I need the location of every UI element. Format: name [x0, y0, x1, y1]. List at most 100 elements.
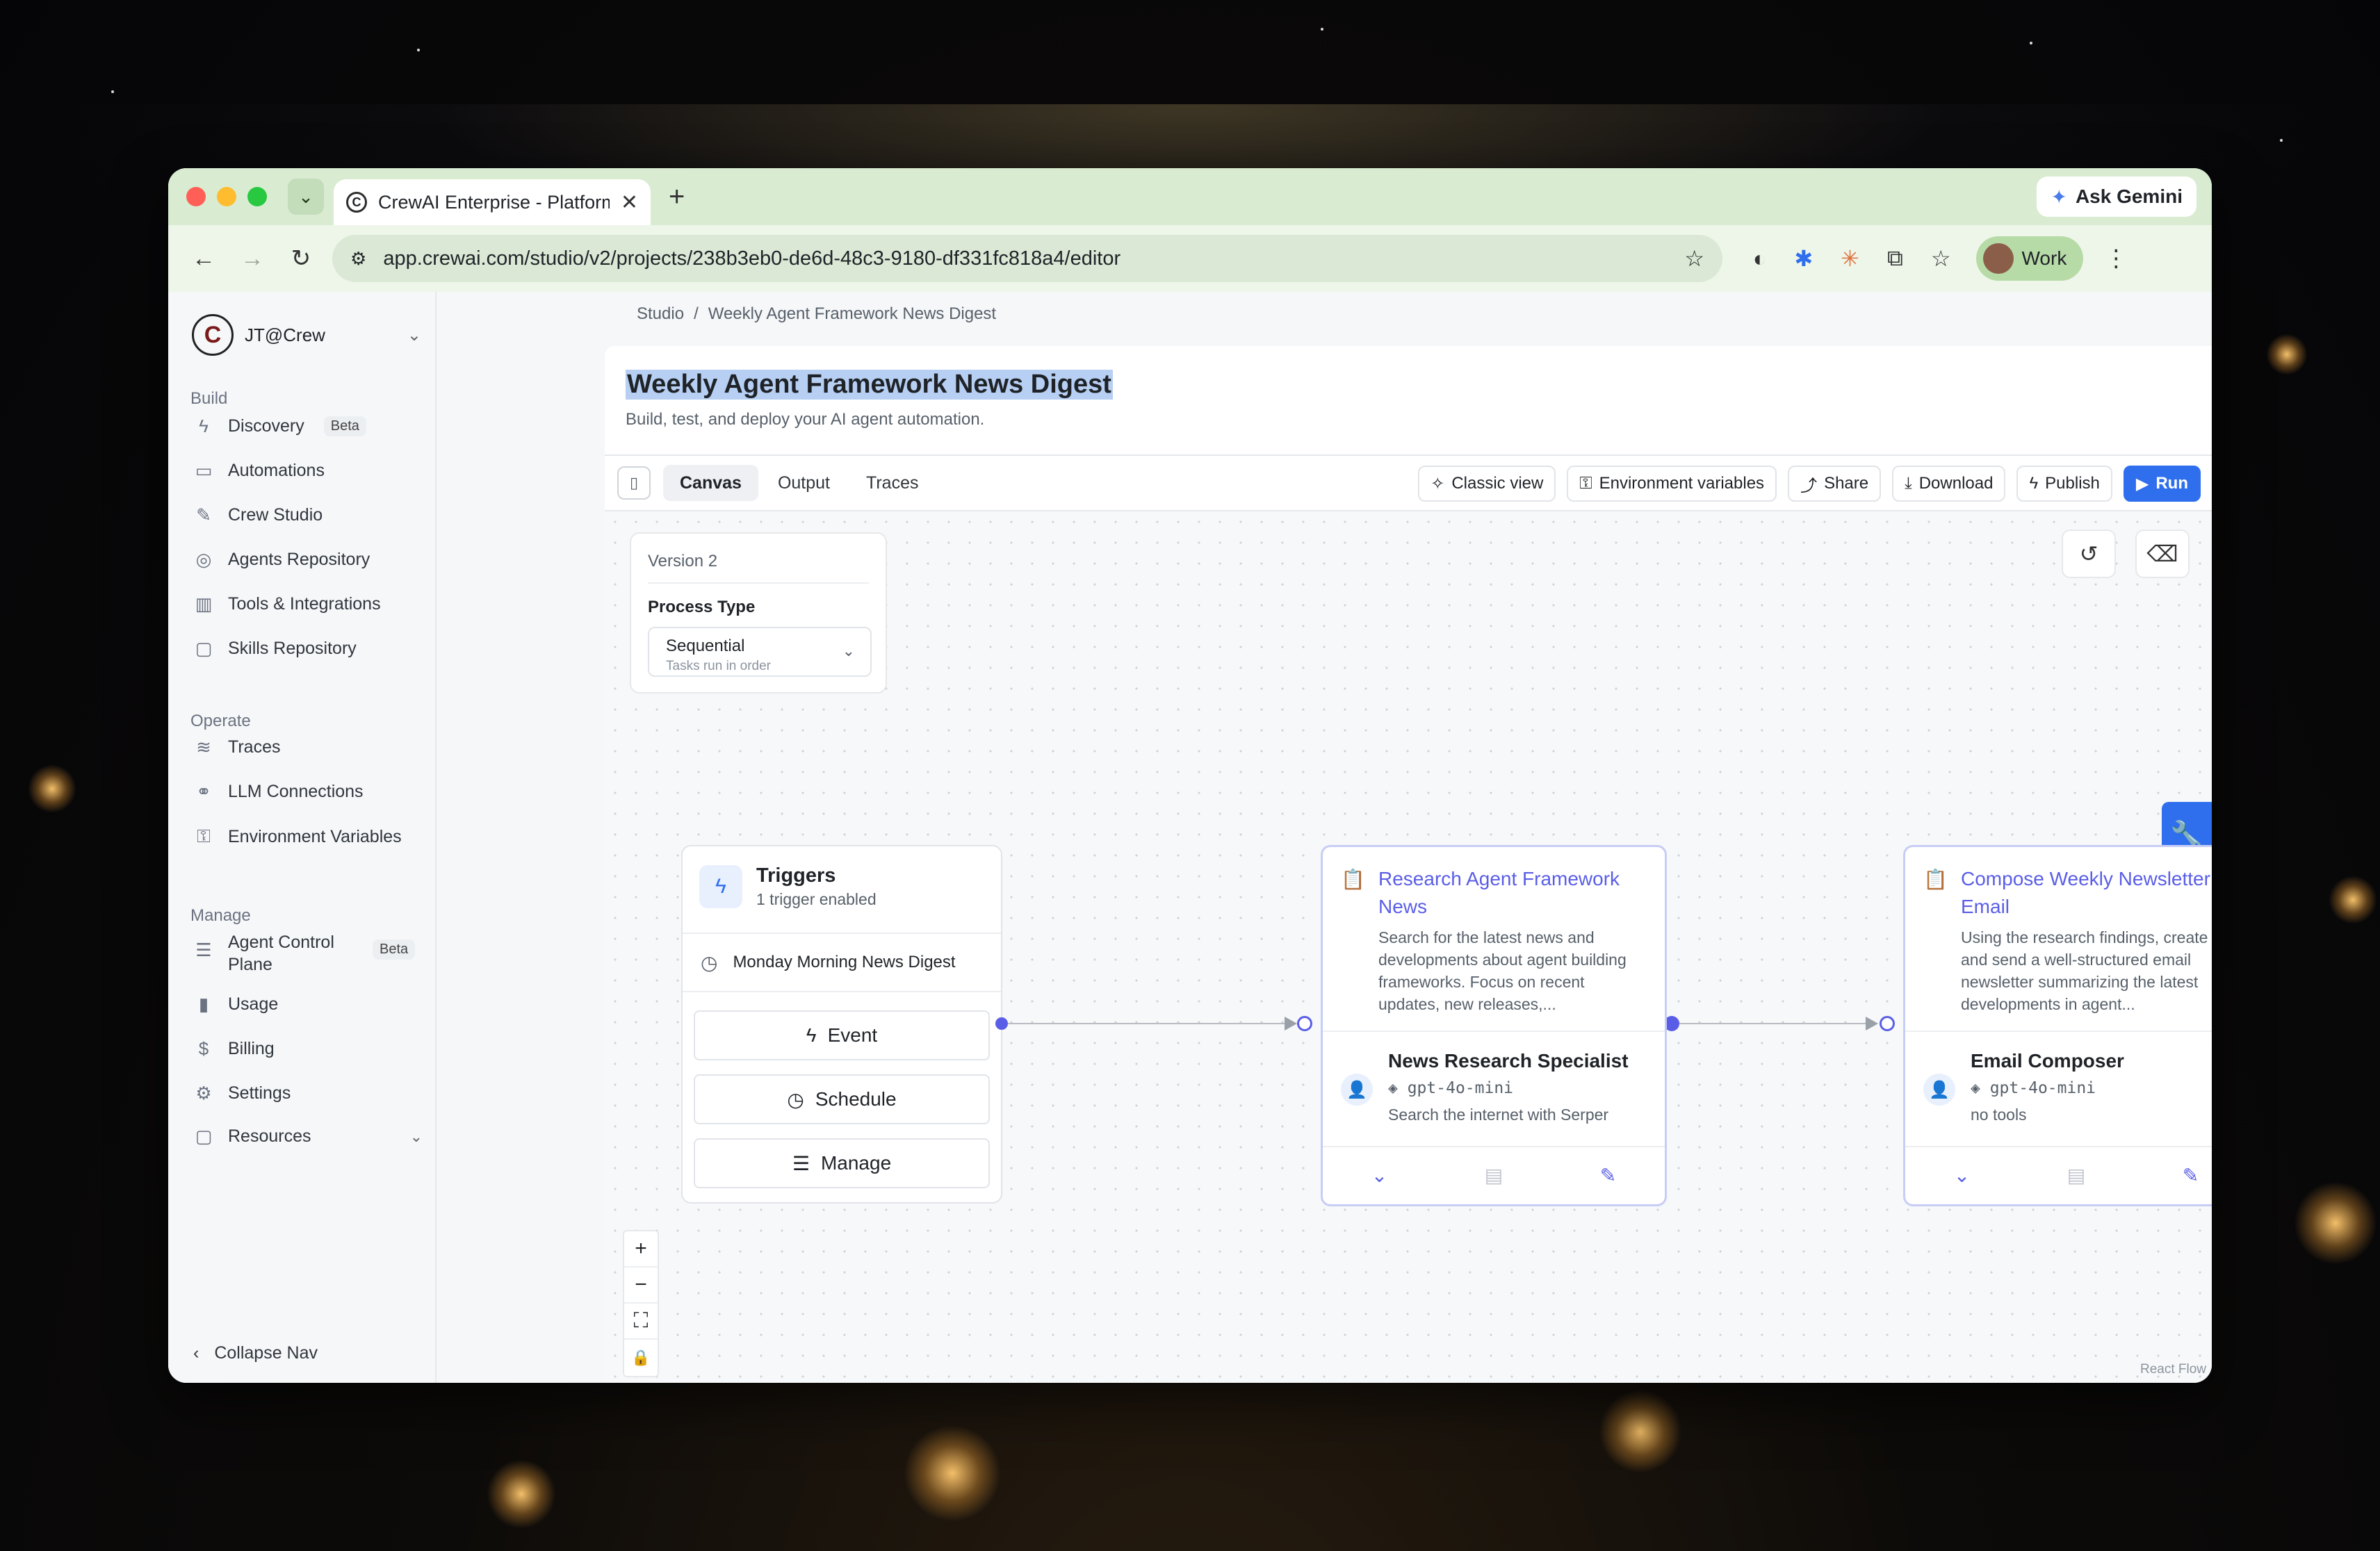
- org-switcher[interactable]: C JT@Crew ⌄: [192, 314, 421, 356]
- tab-title: CrewAI Enterprise - Platform f: [378, 191, 610, 213]
- trigger-node[interactable]: ϟ Triggers 1 trigger enabled ◷ Monday Mo…: [681, 845, 1002, 1204]
- pencil-icon: ✎: [196, 504, 211, 525]
- monitor-icon: ▭: [195, 460, 213, 481]
- section-label-manage: Manage: [190, 906, 251, 925]
- tab-canvas[interactable]: Canvas: [663, 465, 758, 501]
- run-button[interactable]: ▶ Run: [2123, 466, 2201, 502]
- sidebar-item-usage[interactable]: ▮ Usage: [193, 994, 423, 1015]
- tab-traces[interactable]: Traces: [849, 465, 935, 501]
- sidebar-item-crew-studio[interactable]: ✎ Crew Studio: [193, 504, 423, 526]
- sidebar-item-settings[interactable]: ⚙ Settings: [193, 1083, 423, 1104]
- address-bar[interactable]: ⚙ app.crewai.com/studio/v2/projects/238b…: [332, 235, 1722, 282]
- task-node-footer: ⌄ ▤ ✎: [1323, 1146, 1665, 1204]
- edit-icon[interactable]: ✎: [2183, 1164, 2199, 1187]
- zoom-in-button[interactable]: +: [624, 1231, 658, 1267]
- bolt-icon: ϟ: [699, 865, 742, 908]
- trigger-item[interactable]: ◷ Monday Morning News Digest: [683, 933, 1001, 992]
- forward-button[interactable]: →: [228, 245, 277, 272]
- task-node[interactable]: 📋 Compose Weekly Newsletter Email Using …: [1903, 845, 2212, 1206]
- claude-extension-icon[interactable]: ✳: [1841, 245, 1859, 272]
- site-info-icon[interactable]: ⚙: [350, 248, 366, 270]
- agent-model-name: gpt-4o-mini: [1989, 1079, 2096, 1097]
- eraser-button[interactable]: ⌫: [2135, 530, 2190, 578]
- close-tab-icon[interactable]: ✕: [621, 190, 638, 215]
- reload-button[interactable]: ↻: [277, 245, 325, 272]
- tab-output[interactable]: Output: [761, 465, 847, 501]
- ask-gemini-button[interactable]: ✦ Ask Gemini: [2037, 177, 2196, 217]
- edge-trigger-to-task1: [1008, 1023, 1285, 1024]
- lock-button[interactable]: 🔒: [624, 1340, 658, 1376]
- undo-button[interactable]: ↺: [2062, 530, 2116, 578]
- blue-extension-icon[interactable]: ✱: [1794, 245, 1813, 272]
- react-flow-attribution[interactable]: React Flow: [2140, 1362, 2206, 1377]
- task-description: Search for the latest news and developme…: [1378, 928, 1627, 1013]
- minimize-window-button[interactable]: [217, 187, 236, 206]
- page-title[interactable]: Weekly Agent Framework News Digest: [626, 370, 1113, 400]
- tab-search-button[interactable]: ⌄: [288, 179, 324, 215]
- window-controls: [186, 187, 267, 206]
- document-icon[interactable]: ▤: [2067, 1164, 2085, 1187]
- puzzle-extensions-icon[interactable]: ⧉: [1887, 245, 1903, 272]
- publish-button[interactable]: ϟ Publish: [2016, 466, 2112, 502]
- zoom-out-button[interactable]: −: [624, 1267, 658, 1304]
- sidebar-item-tools-integrations[interactable]: ▥ Tools & Integrations: [193, 593, 423, 615]
- browser-tab[interactable]: C CrewAI Enterprise - Platform f ✕: [334, 179, 651, 225]
- zoom-controls: + − ⛶ 🔒: [623, 1230, 659, 1377]
- maximize-window-button[interactable]: [247, 187, 267, 206]
- sidebar-item-llm-connections[interactable]: ⚭ LLM Connections: [193, 781, 423, 803]
- environment-variables-button[interactable]: ⚿ Environment variables: [1567, 466, 1777, 502]
- task1-input-handle[interactable]: [1297, 1016, 1312, 1031]
- chevron-down-icon: ⌄: [409, 1127, 423, 1145]
- profile-button[interactable]: Work: [1975, 236, 2084, 281]
- manage-triggers-button[interactable]: ☰ Manage: [694, 1138, 990, 1188]
- download-button[interactable]: ⤓ Download: [1892, 466, 2006, 502]
- folder-icon: ▢: [195, 1126, 213, 1147]
- document-icon[interactable]: ▤: [1485, 1164, 1503, 1187]
- profile-label: Work: [2021, 247, 2067, 269]
- traces-icon: ≋: [196, 737, 211, 757]
- sidebar-item-discovery[interactable]: ϟ Discovery Beta: [193, 416, 423, 437]
- classic-view-button[interactable]: ✧ Classic view: [1418, 466, 1556, 502]
- edge-arrowhead: [1866, 1017, 1878, 1031]
- password-manager-extension-icon[interactable]: ◐: [1753, 246, 1766, 272]
- browser-menu-icon[interactable]: ⋮: [2104, 245, 2128, 272]
- trigger-output-handle[interactable]: [995, 1017, 1008, 1030]
- sidebar-item-automations[interactable]: ▭ Automations: [193, 460, 423, 482]
- agents-icon: ◎: [195, 549, 212, 570]
- panel-toggle-icon[interactable]: ▯: [617, 466, 651, 500]
- task-title: Research Agent Framework News: [1378, 868, 1620, 917]
- background-star: [417, 49, 420, 51]
- close-window-button[interactable]: [186, 187, 206, 206]
- sidebar-item-agent-control-plane[interactable]: ☰ Agent Control Plane Beta: [193, 931, 423, 976]
- bookmarks-icon[interactable]: ☆: [1931, 245, 1951, 272]
- event-trigger-button[interactable]: ϟ Event: [694, 1010, 990, 1060]
- lock-icon: 🔒: [631, 1349, 651, 1366]
- sidebar-item-resources[interactable]: ▢ Resources ⌄: [193, 1126, 423, 1147]
- share-button[interactable]: ⤴ Share: [1788, 466, 1882, 502]
- sidebar-item-traces[interactable]: ≋ Traces: [193, 737, 423, 758]
- gemini-sparkle-icon: ✦: [2051, 186, 2067, 208]
- sidebar-item-environment-variables[interactable]: ⚿ Environment Variables: [193, 826, 423, 848]
- expand-chevron-icon[interactable]: ⌄: [1371, 1164, 1387, 1187]
- task-agent: 👤 Email Composer ◈ gpt-4o-mini no tools: [1905, 1031, 2212, 1147]
- schedule-trigger-button[interactable]: ◷ Schedule: [694, 1074, 990, 1124]
- share-icon: ⤴: [1800, 476, 1818, 495]
- new-tab-button[interactable]: +: [669, 181, 685, 213]
- sidebar-item-skills-repository[interactable]: ▢ Skills Repository: [193, 638, 423, 659]
- sidebar-item-billing[interactable]: $ Billing: [193, 1038, 423, 1060]
- expand-chevron-icon[interactable]: ⌄: [1954, 1164, 1970, 1187]
- flow-canvas[interactable]: Version 2 Process Type Sequential Tasks …: [605, 511, 2212, 1383]
- task-node[interactable]: 📋 Research Agent Framework News Search f…: [1321, 845, 1667, 1206]
- bookmark-star-icon[interactable]: ☆: [1684, 245, 1704, 272]
- sidebar-item-agents-repository[interactable]: ◎ Agents Repository: [193, 549, 423, 571]
- play-icon: ▶: [2135, 474, 2149, 493]
- process-type-select[interactable]: Sequential Tasks run in order ⌄: [648, 627, 872, 677]
- task2-input-handle[interactable]: [1880, 1016, 1895, 1031]
- fit-view-button[interactable]: ⛶: [624, 1304, 658, 1340]
- collapse-nav-button[interactable]: ‹ Collapse Nav: [193, 1343, 318, 1363]
- back-button[interactable]: ←: [179, 245, 228, 272]
- download-icon: ⤓: [1905, 474, 1912, 493]
- edit-icon[interactable]: ✎: [1600, 1164, 1616, 1187]
- divider: [648, 582, 869, 584]
- sidebar-item-label: Environment Variables: [228, 826, 402, 846]
